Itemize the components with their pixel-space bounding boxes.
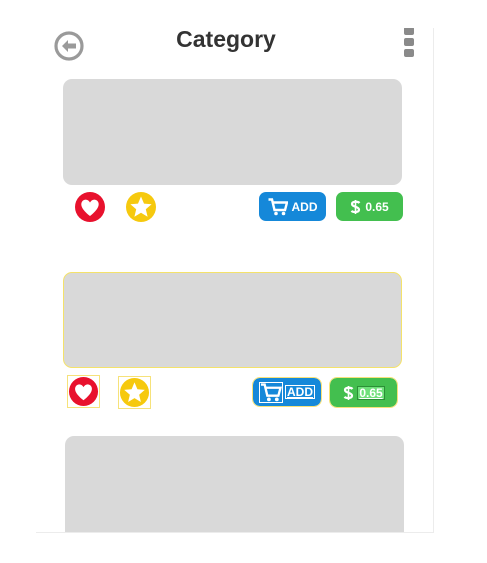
product-image-placeholder[interactable] — [65, 436, 404, 532]
rate-button[interactable] — [125, 191, 157, 223]
product-image-placeholder[interactable] — [63, 79, 402, 185]
favorite-button[interactable] — [74, 191, 106, 223]
price-button[interactable]: 0.65 — [329, 377, 398, 408]
overflow-menu-button[interactable] — [402, 28, 416, 59]
favorite-button[interactable] — [67, 375, 100, 408]
cart-icon — [268, 197, 288, 215]
add-to-cart-button[interactable]: ADD — [252, 377, 322, 407]
add-label: ADD — [285, 385, 315, 399]
page-title: Category — [176, 28, 276, 52]
app-screen: Category ADD 0.65 ADD 0.65 — [36, 28, 434, 533]
rate-button[interactable] — [118, 376, 151, 409]
price-label: 0.65 — [357, 385, 385, 400]
add-label: ADD — [291, 199, 318, 214]
dollar-icon — [350, 199, 361, 214]
cart-icon — [259, 381, 283, 403]
star-icon — [119, 377, 150, 408]
menu-dot — [404, 28, 414, 35]
price-label: 0.65 — [365, 199, 389, 214]
product-image-placeholder[interactable] — [63, 272, 402, 368]
price-button[interactable]: 0.65 — [336, 192, 403, 221]
menu-dot — [404, 38, 414, 46]
star-icon — [126, 192, 156, 222]
heart-icon — [75, 192, 105, 222]
menu-dot — [404, 49, 414, 57]
dollar-icon — [343, 385, 354, 400]
add-to-cart-button[interactable]: ADD — [259, 192, 326, 221]
heart-icon — [68, 376, 99, 407]
